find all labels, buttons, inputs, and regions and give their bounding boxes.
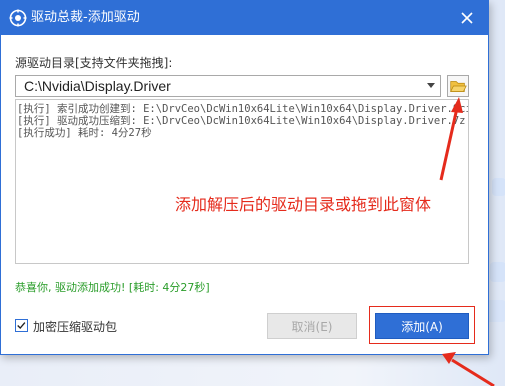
source-path-combobox[interactable] xyxy=(15,75,441,97)
log-line: [执行] 驱动成功压缩到: E:\DrvCeo\DcWin10x64Lite\W… xyxy=(17,115,466,127)
add-driver-dialog: 驱动总裁-添加驱动 源驱动目录[支持文件夹拖拽]: [执行] 索引成功创建到: … xyxy=(0,0,489,355)
gear-app-icon xyxy=(9,9,27,27)
chevron-down-icon[interactable] xyxy=(426,82,436,90)
encrypt-checkbox-label: 加密压缩驱动包 xyxy=(33,320,118,334)
encrypt-checkbox[interactable] xyxy=(15,319,28,332)
window-title: 驱动总裁-添加驱动 xyxy=(31,10,140,25)
cancel-button[interactable]: 取消(E) xyxy=(267,313,357,339)
folder-open-icon xyxy=(450,81,467,92)
add-button[interactable]: 添加(A) xyxy=(375,313,469,339)
instruction-annotation: 添加解压后的驱动目录或拖到此窗体 xyxy=(175,195,432,214)
checkmark-icon xyxy=(17,322,26,330)
desktop-decoration xyxy=(492,178,505,196)
desktop-decoration xyxy=(490,262,505,282)
browse-folder-button[interactable] xyxy=(447,75,469,97)
arrow-to-add-button xyxy=(442,352,495,386)
log-line: [执行] 索引成功创建到: E:\DrvCeo\DcWin10x64Lite\W… xyxy=(17,103,469,115)
success-message: 恭喜你, 驱动添加成功! [耗时: 4分27秒] xyxy=(15,281,210,294)
close-icon[interactable] xyxy=(454,5,480,31)
title-bar: 驱动总裁-添加驱动 xyxy=(1,1,488,35)
log-output: [执行] 索引成功创建到: E:\DrvCeo\DcWin10x64Lite\W… xyxy=(15,99,469,264)
source-path-input[interactable] xyxy=(16,76,424,96)
log-line: [执行成功] 耗时: 4分27秒 xyxy=(17,127,152,139)
source-directory-label: 源驱动目录[支持文件夹拖拽]: xyxy=(15,56,173,70)
